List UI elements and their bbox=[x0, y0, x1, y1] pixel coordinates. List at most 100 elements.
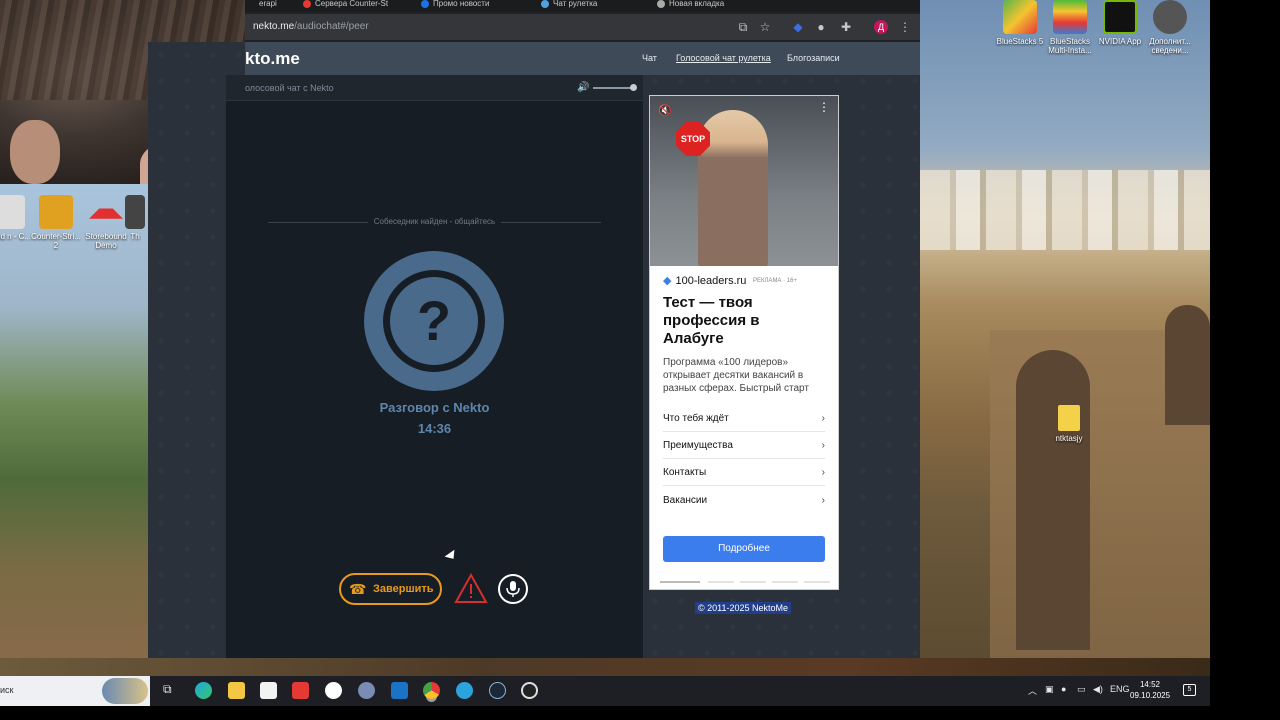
network-icon[interactable]: ▭ bbox=[1077, 684, 1086, 695]
desktop-icon[interactable]: NVIDIA App bbox=[1092, 0, 1148, 46]
nav-voice-roulette[interactable]: Голосовой чат рулетка bbox=[676, 53, 771, 63]
microphone-tray-icon[interactable]: ● bbox=[1061, 684, 1066, 694]
browser-tab[interactable]: Чат рулетка bbox=[539, 0, 649, 12]
address-bar[interactable]: nekto.me/audiochat#/peer ⧉ ☆ ◆ ● ✚ Д ⋮ bbox=[245, 14, 920, 40]
install-icon[interactable]: ⧉ bbox=[735, 19, 751, 35]
yandex-icon[interactable] bbox=[292, 682, 309, 699]
folder-icon bbox=[1058, 405, 1080, 431]
ad-title[interactable]: Тест — твоя профессия в Алабуге bbox=[663, 294, 823, 348]
taskbar: иск ⧉ ︿ ▣ ● ▭ ◀) ENG 14:52 09.10.2025 5 bbox=[0, 676, 1210, 706]
partner-name: Разговор с Nekto bbox=[379, 400, 490, 415]
profile-avatar[interactable]: Д bbox=[874, 20, 888, 34]
nav-chat[interactable]: Чат bbox=[642, 53, 657, 63]
search-highlight-image[interactable] bbox=[102, 678, 148, 704]
nav-blog[interactable]: Блогозаписи bbox=[787, 53, 840, 63]
language-indicator[interactable]: ENG bbox=[1110, 684, 1130, 694]
ad-more-button[interactable]: Подробнее bbox=[663, 536, 825, 562]
yandex-browser-icon[interactable] bbox=[325, 682, 342, 699]
chat-header: олосовой чат с Nekto 🔊 bbox=[226, 75, 643, 101]
camera-tray-icon[interactable]: ▣ bbox=[1045, 684, 1054, 695]
ad-link-benefits[interactable]: Преимущества › bbox=[663, 432, 825, 459]
edge-icon[interactable] bbox=[195, 682, 212, 699]
hang-up-icon: ☎ bbox=[349, 581, 367, 597]
tab-favicon bbox=[303, 0, 311, 8]
volume-icon[interactable]: 🔊 bbox=[577, 82, 589, 93]
site-logo[interactable]: kto.me bbox=[245, 49, 300, 69]
wallpaper-arch bbox=[1016, 350, 1090, 650]
steam-icon[interactable] bbox=[489, 682, 506, 699]
more-options-icon[interactable]: ⋮ bbox=[818, 100, 830, 114]
vpn-icon[interactable]: ● bbox=[813, 19, 829, 35]
ad-link-vacancies[interactable]: Вакансии › bbox=[663, 487, 825, 514]
taskbar-search[interactable]: иск bbox=[0, 676, 150, 706]
file-explorer-icon[interactable] bbox=[228, 682, 245, 699]
partner-avatar: ? bbox=[364, 251, 504, 391]
ad-link-expect[interactable]: Что тебя ждёт › bbox=[663, 405, 825, 432]
browser-tab[interactable]: Сервера Counter-St bbox=[301, 0, 413, 12]
clock-time: 14:52 bbox=[1139, 680, 1161, 689]
storebound-icon bbox=[89, 201, 123, 219]
menu-dots-icon[interactable]: ⋮ bbox=[897, 19, 913, 35]
telegram-icon[interactable] bbox=[456, 682, 473, 699]
report-button[interactable] bbox=[454, 572, 488, 605]
ad-label: РЕКЛАМА · 16+ bbox=[753, 278, 797, 284]
ad-progress-segment bbox=[660, 581, 700, 583]
task-view-icon[interactable]: ⧉ bbox=[163, 682, 172, 697]
extension-icon[interactable]: ◆ bbox=[790, 19, 806, 35]
tab-favicon bbox=[421, 0, 429, 8]
microphone-icon bbox=[506, 581, 520, 597]
obs-icon[interactable] bbox=[521, 682, 538, 699]
url-text[interactable]: nekto.me/audiochat#/peer bbox=[253, 21, 369, 32]
advertiser-logo-icon: ◆ bbox=[663, 275, 672, 287]
bluestacks-multi-icon bbox=[1053, 0, 1087, 34]
chat-title: олосовой чат с Nekto bbox=[245, 83, 334, 93]
chevron-right-icon: › bbox=[821, 413, 825, 424]
ad-progress-segment bbox=[772, 581, 798, 583]
bookmark-star-icon[interactable]: ☆ bbox=[757, 19, 773, 35]
show-hidden-icons-icon[interactable]: ︿ bbox=[1028, 684, 1037, 697]
clock[interactable]: 14:52 09.10.2025 bbox=[1130, 679, 1170, 701]
tab-favicon bbox=[657, 0, 665, 8]
chevron-right-icon: › bbox=[821, 467, 825, 478]
voice-chat-panel: олосовой чат с Nekto 🔊 Собеседник найден… bbox=[226, 75, 643, 658]
browser-window: erapi Сервера Counter-St Промо новости Ч… bbox=[245, 0, 920, 42]
settings-icon bbox=[1153, 0, 1187, 34]
microphone-button[interactable] bbox=[498, 574, 528, 604]
ad-progress-segment bbox=[740, 581, 766, 583]
site-header: kto.me Чат Голосовой чат рулетка Блогоза… bbox=[245, 42, 920, 75]
app-icon[interactable] bbox=[358, 682, 375, 699]
chevron-right-icon: › bbox=[821, 440, 825, 451]
desktop-icon[interactable]: Counter-Stri... 2 bbox=[28, 195, 84, 250]
tab-favicon bbox=[541, 0, 549, 8]
browser-tab[interactable]: Промо новости bbox=[419, 0, 531, 12]
question-mark-icon: ? bbox=[390, 277, 478, 365]
volume-slider-handle[interactable] bbox=[630, 84, 637, 91]
chevron-right-icon: › bbox=[821, 495, 825, 506]
ad-video[interactable]: STOP 🔇 ⋮ bbox=[650, 96, 838, 266]
ad-link-contacts[interactable]: Контакты › bbox=[663, 459, 825, 486]
desktop-icon[interactable]: BlueStacks Multi-Insta... bbox=[1042, 0, 1098, 55]
store-icon[interactable] bbox=[260, 682, 277, 699]
desktop-icon[interactable]: Th bbox=[120, 195, 150, 241]
chrome-icon[interactable] bbox=[423, 682, 440, 699]
warning-icon bbox=[454, 572, 488, 603]
notification-badge[interactable]: 5 bbox=[1183, 684, 1196, 696]
desktop-icon[interactable]: BlueStacks 5 bbox=[992, 0, 1048, 46]
wallpaper-bottom bbox=[0, 658, 1210, 678]
puzzle-icon[interactable]: ✚ bbox=[838, 19, 854, 35]
ad-domain[interactable]: ◆ 100-leaders.ru bbox=[663, 274, 746, 287]
ad-banner[interactable]: STOP 🔇 ⋮ ◆ 100-leaders.ru РЕКЛАМА · 16+ Т… bbox=[649, 95, 839, 590]
volume-tray-icon[interactable]: ◀) bbox=[1093, 684, 1103, 695]
browser-tab[interactable]: Новая вкладка bbox=[655, 0, 765, 12]
desktop-icon[interactable]: Дополнит... сведени... bbox=[1142, 0, 1198, 55]
browser-tab[interactable]: erapi bbox=[245, 0, 295, 12]
end-call-button[interactable]: ☎ Завершить bbox=[339, 573, 442, 605]
wallpaper-arch bbox=[1165, 305, 1210, 425]
copyright: © 2011-2025 NektoMe bbox=[695, 602, 792, 614]
outlook-icon[interactable] bbox=[391, 682, 408, 699]
ad-description: Программа «100 лидеров» открывает десятк… bbox=[663, 357, 809, 394]
desktop-folder-icon[interactable]: ntktasjy bbox=[1041, 405, 1097, 443]
mute-icon[interactable]: 🔇 bbox=[658, 104, 672, 117]
volume-slider[interactable] bbox=[593, 87, 635, 89]
bluestacks-icon bbox=[1003, 0, 1037, 34]
